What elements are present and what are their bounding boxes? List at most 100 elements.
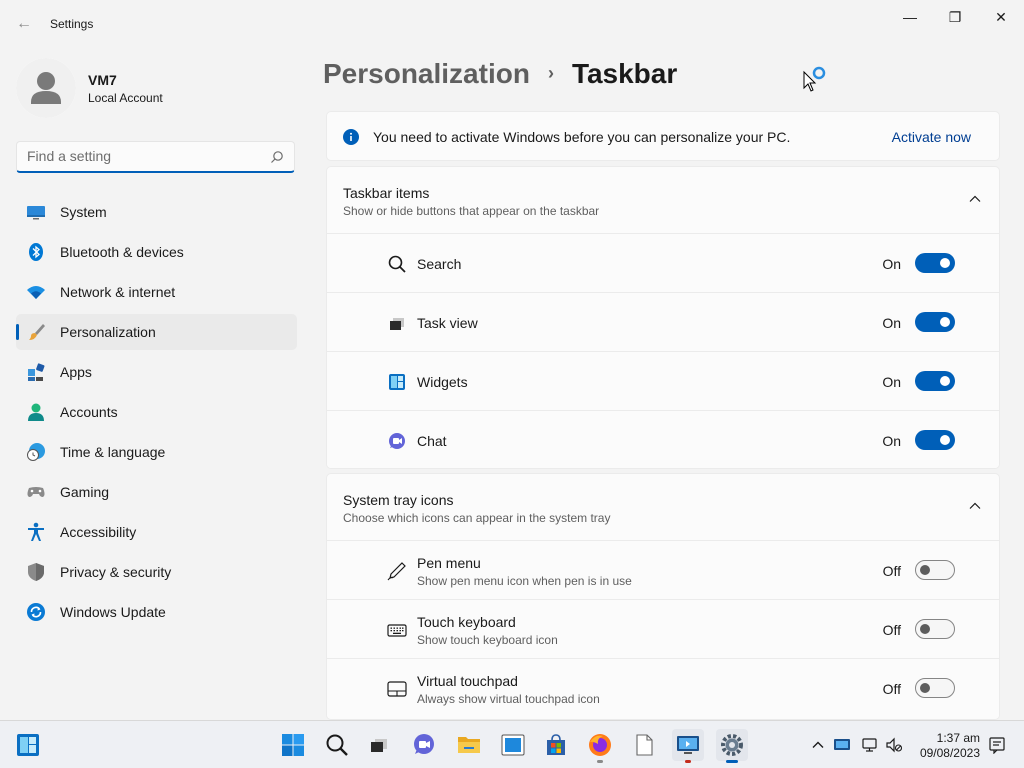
taskbar-start[interactable] <box>277 729 309 761</box>
user-name: VM7 <box>88 72 117 88</box>
setting-row-chat: Chat On <box>327 411 999 468</box>
taskbar-tablet[interactable] <box>497 729 529 761</box>
clock-time: 1:37 am <box>936 731 980 745</box>
page-title: Taskbar <box>571 58 678 89</box>
activation-banner: You need to activate Windows before you … <box>326 111 1000 161</box>
network-icon[interactable] <box>860 735 880 755</box>
setting-description: Show touch keyboard icon <box>417 633 558 647</box>
taskbar-store[interactable] <box>540 729 572 761</box>
sidebar-item-label: Windows Update <box>60 604 166 620</box>
sidebar-item-network[interactable]: Network & internet <box>16 274 297 310</box>
setting-row-virtual-touchpad: Virtual touchpad Always show virtual tou… <box>327 659 999 718</box>
sidebar-item-label: Accessibility <box>60 524 137 540</box>
task-view-toggle[interactable] <box>915 312 955 332</box>
toggle-state: Off <box>882 622 901 638</box>
taskbar-search[interactable] <box>321 729 353 761</box>
search-box[interactable] <box>16 141 295 173</box>
setting-row-touch-keyboard: Touch keyboard Show touch keyboard icon … <box>327 600 999 659</box>
taskbar-notepad[interactable] <box>628 729 660 761</box>
notification-icon[interactable] <box>987 735 1007 755</box>
widgets-toggle[interactable] <box>915 371 955 391</box>
activate-now-link[interactable]: Activate now <box>892 129 971 145</box>
taskbar-chat[interactable] <box>408 729 440 761</box>
back-button[interactable]: ← <box>12 12 36 36</box>
volume-muted-icon[interactable] <box>884 735 904 755</box>
search-icon[interactable] <box>270 150 284 164</box>
notepad-icon <box>636 734 653 756</box>
taskbar-task-view[interactable] <box>363 729 395 761</box>
toggle-state: On <box>882 374 901 390</box>
taskbar-widgets[interactable] <box>12 729 44 761</box>
task-view-icon <box>371 739 387 752</box>
account-type: Local Account <box>88 91 163 105</box>
chat-toggle[interactable] <box>915 430 955 450</box>
sidebar-item-gaming[interactable]: Gaming <box>16 474 297 510</box>
window-title: Settings <box>50 17 94 31</box>
breadcrumb-parent[interactable]: Personalization <box>323 58 530 89</box>
tray-app-icon[interactable] <box>832 735 852 755</box>
setting-row-widgets: Widgets On <box>327 352 999 411</box>
sidebar-item-system[interactable]: System <box>16 194 297 230</box>
store-icon <box>547 734 565 755</box>
chat-icon <box>389 433 405 449</box>
taskbar: 1:37 am 09/08/2023 <box>0 720 1024 768</box>
setting-row-pen-menu: Pen menu Show pen menu icon when pen is … <box>327 541 999 600</box>
settings-icon <box>721 734 743 756</box>
bluetooth-icon <box>29 243 43 261</box>
running-indicator <box>597 760 603 763</box>
apps-icon <box>28 363 45 381</box>
search-toggle[interactable] <box>915 253 955 273</box>
taskbar-firefox[interactable] <box>584 729 616 763</box>
section-subtitle: Choose which icons can appear in the sys… <box>343 511 611 525</box>
system-tray-header[interactable]: System tray icons Choose which icons can… <box>327 474 999 541</box>
active-indicator <box>726 760 738 763</box>
avatar[interactable] <box>16 58 76 118</box>
toggle-state: Off <box>882 563 901 579</box>
search-icon <box>326 734 348 756</box>
section-title: System tray icons <box>343 492 454 508</box>
sidebar-item-personalization[interactable]: Personalization <box>16 314 297 350</box>
task-view-icon <box>390 318 404 330</box>
sidebar-item-windows-update[interactable]: Windows Update <box>16 594 297 630</box>
activation-message: You need to activate Windows before you … <box>373 129 791 145</box>
widgets-icon <box>17 734 39 756</box>
sidebar-item-label: Personalization <box>60 324 156 340</box>
paintbrush-icon <box>29 324 45 340</box>
keyboard-icon <box>387 624 407 637</box>
toggle-state: Off <box>882 681 901 697</box>
minimize-button[interactable]: — <box>887 4 933 30</box>
taskbar-items-section: Taskbar items Show or hide buttons that … <box>326 166 1000 469</box>
running-indicator <box>685 760 691 763</box>
taskbar-remote-desktop[interactable] <box>672 729 704 763</box>
virtual-touchpad-toggle[interactable] <box>915 678 955 698</box>
clock[interactable]: 1:37 am 09/08/2023 <box>920 731 980 761</box>
sidebar-item-privacy[interactable]: Privacy & security <box>16 554 297 590</box>
sidebar-item-apps[interactable]: Apps <box>16 354 297 390</box>
taskbar-settings[interactable] <box>716 729 748 763</box>
chevron-up-icon[interactable] <box>969 500 981 512</box>
tray-overflow-chevron-icon[interactable] <box>808 735 828 755</box>
sidebar-item-accounts[interactable]: Accounts <box>16 394 297 430</box>
title-bar: ← Settings — ❐ ✕ <box>0 0 1024 48</box>
touch-keyboard-toggle[interactable] <box>915 619 955 639</box>
remote-desktop-icon <box>677 736 699 754</box>
taskbar-file-explorer[interactable] <box>453 729 485 761</box>
sidebar-item-label: Privacy & security <box>60 564 172 580</box>
person-silhouette-icon <box>16 58 76 118</box>
sidebar-item-bluetooth[interactable]: Bluetooth & devices <box>16 234 297 270</box>
firefox-icon <box>589 734 611 756</box>
pen-menu-toggle[interactable] <box>915 560 955 580</box>
taskbar-items-header[interactable]: Taskbar items Show or hide buttons that … <box>327 167 999 234</box>
widgets-icon <box>389 374 405 390</box>
breadcrumb: Personalization › Taskbar <box>323 58 677 90</box>
close-button[interactable]: ✕ <box>978 4 1024 30</box>
sidebar-item-label: Bluetooth & devices <box>60 244 184 260</box>
sidebar-item-time-language[interactable]: Time & language <box>16 434 297 470</box>
search-input[interactable] <box>27 148 257 164</box>
maximize-button[interactable]: ❐ <box>932 4 978 30</box>
clock-date: 09/08/2023 <box>919 746 980 760</box>
sidebar-item-accessibility[interactable]: Accessibility <box>16 514 297 550</box>
setting-label: Task view <box>417 315 478 331</box>
chevron-up-icon[interactable] <box>969 193 981 205</box>
sidebar-item-label: Accounts <box>60 404 118 420</box>
